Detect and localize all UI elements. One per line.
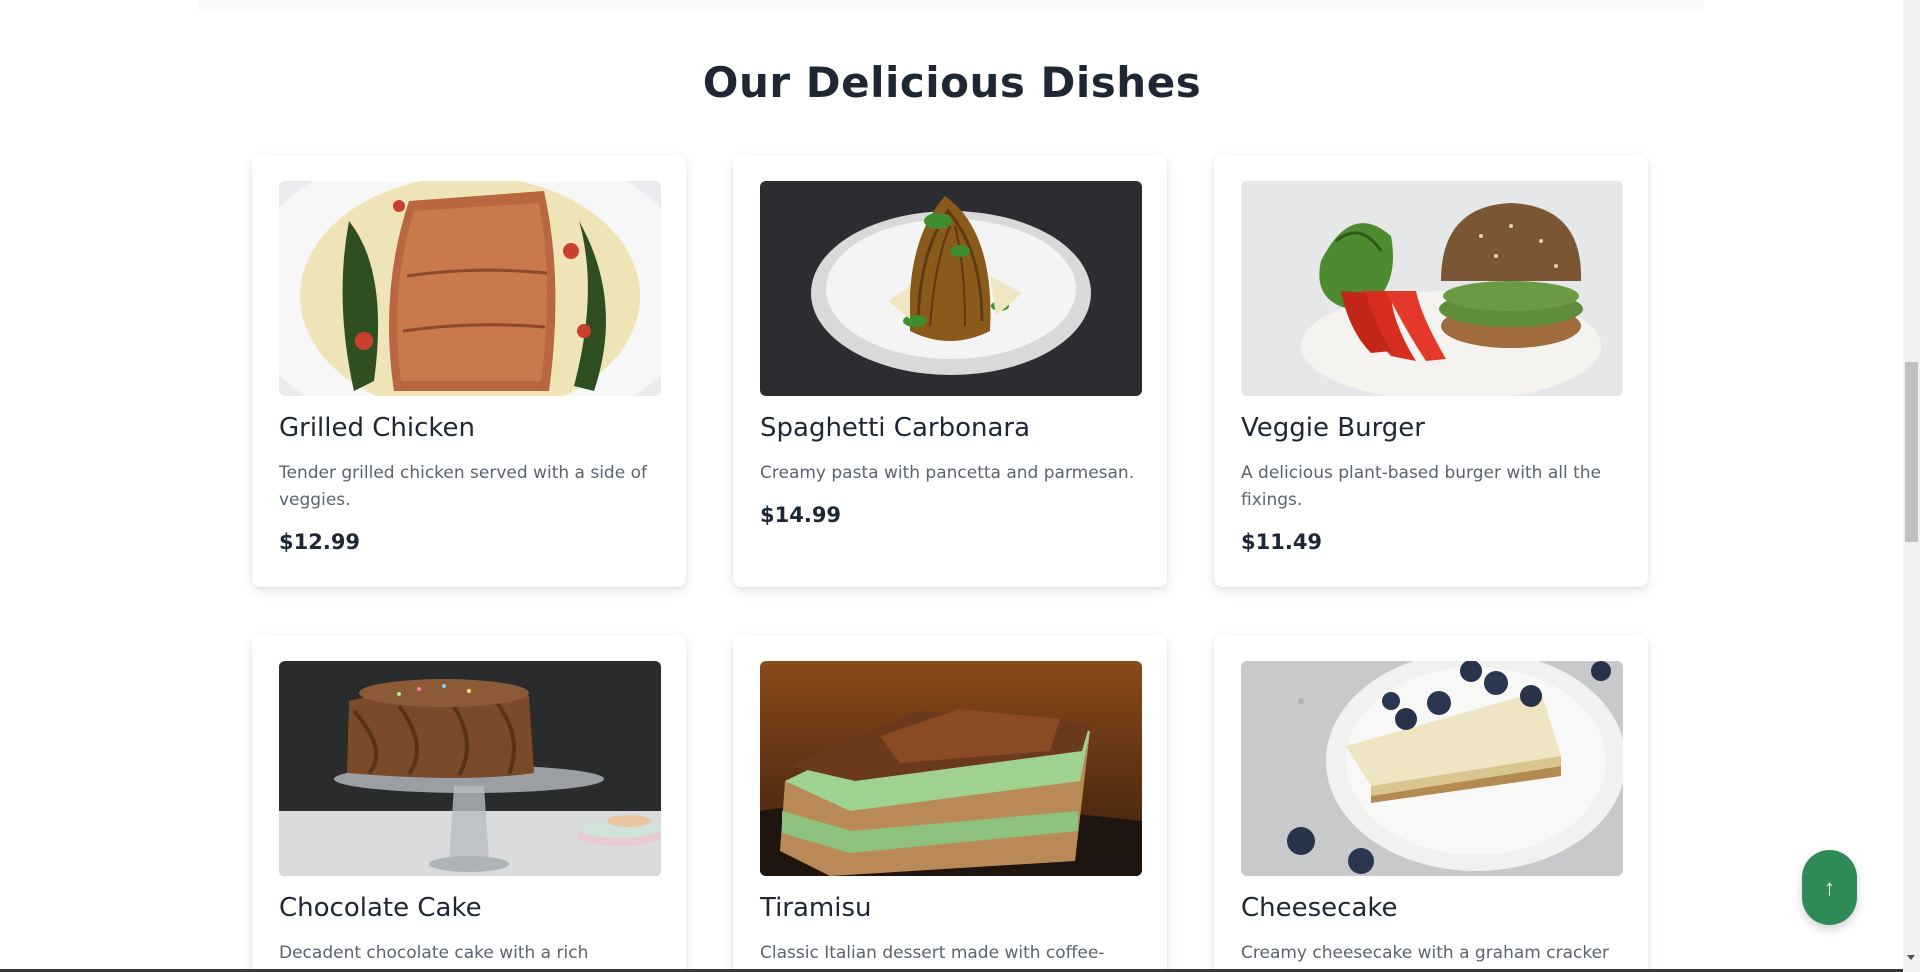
dish-description: A delicious plant-based burger with all … — [1241, 463, 1601, 510]
section-title: Our Delicious Dishes — [702, 58, 1202, 107]
dish-card[interactable]: Grilled Chicken Tender grilled chicken s… — [252, 155, 686, 587]
dish-description: Tender grilled chicken served with a sid… — [279, 463, 647, 510]
dish-price: $12.99 — [279, 530, 361, 554]
dish-name: Tiramisu — [760, 893, 872, 923]
dish-price: $11.49 — [1241, 530, 1323, 554]
dish-name: Grilled Chicken — [279, 413, 476, 443]
dish-description: Creamy pasta with pancetta and parmesan. — [760, 463, 1135, 483]
salmon-plate-image — [279, 181, 661, 396]
arrow-up-icon: ↑ — [1824, 874, 1835, 900]
dish-description: Creamy cheesecake with a graham cracker … — [1241, 943, 1610, 972]
dish-card[interactable]: Veggie Burger A delicious plant-based bu… — [1214, 155, 1648, 587]
scroll-down-arrow-icon[interactable] — [1907, 955, 1915, 960]
cheesecake-image — [1241, 661, 1623, 876]
dish-card[interactable]: Chocolate Cake Decadent chocolate cake w… — [252, 635, 686, 972]
dish-name: Cheesecake — [1241, 893, 1398, 923]
dish-card[interactable]: Cheesecake Creamy cheesecake with a grah… — [1214, 635, 1648, 972]
dish-price: $14.99 — [760, 503, 842, 527]
scroll-to-top-button[interactable]: ↑ — [1802, 850, 1857, 925]
dish-name: Veggie Burger — [1241, 413, 1425, 443]
dish-card[interactable]: Tiramisu Classic Italian dessert made wi… — [733, 635, 1167, 972]
vertical-scrollbar[interactable] — [1903, 0, 1920, 972]
pasta-plate-image — [760, 181, 1142, 396]
page: Our Delicious Dishes Grilled Chicken Ten… — [0, 0, 1920, 972]
dish-name: Spaghetti Carbonara — [760, 413, 1031, 443]
dish-description: Classic Italian dessert made with coffee… — [760, 943, 1105, 972]
dish-description: Decadent chocolate cake with a rich gana… — [279, 943, 589, 972]
dish-card[interactable]: Spaghetti Carbonara Creamy pasta with pa… — [733, 155, 1167, 587]
top-section-band — [198, 0, 1704, 11]
burger-plate-image — [1241, 181, 1623, 396]
tiramisu-image — [760, 661, 1142, 876]
dish-name: Chocolate Cake — [279, 893, 482, 923]
chocolate-cake-image — [279, 661, 661, 876]
scrollbar-thumb[interactable] — [1905, 362, 1918, 542]
